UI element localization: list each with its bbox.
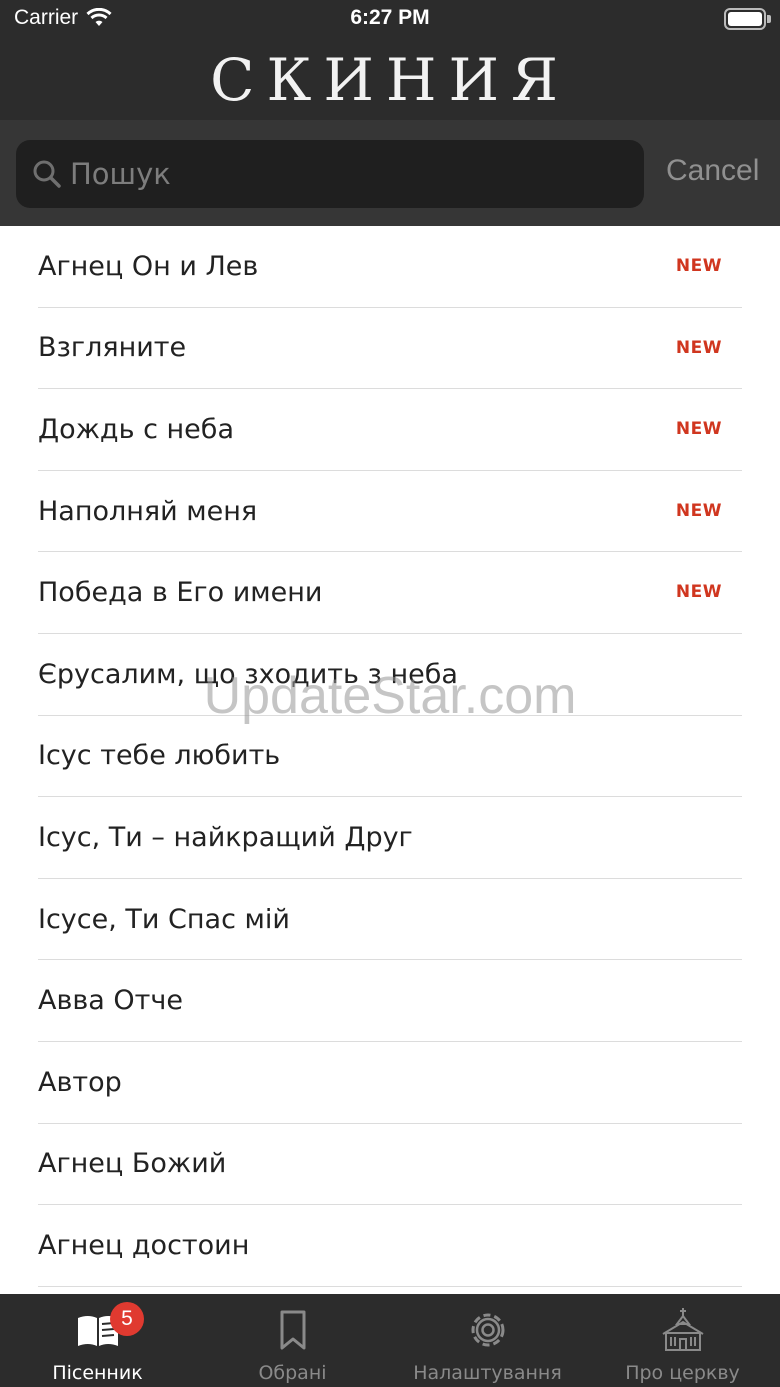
new-badge: NEW xyxy=(675,256,722,276)
song-title: Победа в Его имени xyxy=(38,577,323,609)
list-item[interactable]: Наполняй меня NEW xyxy=(38,471,742,553)
song-title: Взгляните xyxy=(38,332,187,364)
new-badge: NEW xyxy=(675,337,722,358)
list-item[interactable]: Ісус, Ти – найкращий Друг xyxy=(38,797,742,879)
list-item[interactable]: Авва Отче xyxy=(38,960,742,1042)
new-badge: NEW xyxy=(675,500,722,521)
tab-bar: 5 Пісенник Обрані Налаштування Про церкв… xyxy=(0,1294,780,1387)
clock: 6:27 PM xyxy=(350,6,430,29)
tab-settings[interactable]: Налаштування xyxy=(390,1294,585,1387)
song-title: Єрусалим, що зходить з неба xyxy=(38,658,458,690)
bookmark-icon xyxy=(280,1310,305,1350)
church-icon xyxy=(661,1308,704,1351)
list-item[interactable]: Агнец Он и Лев NEW xyxy=(38,226,742,308)
search-input[interactable] xyxy=(70,157,644,191)
tab-about-church[interactable]: Про церкву xyxy=(585,1294,780,1387)
list-item[interactable]: Дождь с неба NEW xyxy=(38,389,742,471)
list-item[interactable]: Ісусе, Ти Спас мій xyxy=(38,879,742,961)
song-title: Автор xyxy=(38,1066,122,1098)
song-title: Авва Отче xyxy=(38,985,183,1017)
gear-icon xyxy=(471,1313,504,1347)
app-logo: СКИНИЯ xyxy=(210,46,570,114)
song-title: Агнец Божий xyxy=(38,1148,227,1180)
list-item[interactable]: Єрусалим, що зходить з неба xyxy=(38,634,742,716)
search-field[interactable] xyxy=(16,140,644,208)
song-title: Агнец Он и Лев xyxy=(38,250,259,282)
list-item[interactable]: Победа в Его имени NEW xyxy=(38,552,742,634)
tab-songbook[interactable]: 5 Пісенник xyxy=(0,1294,195,1387)
tab-favorites[interactable]: Обрані xyxy=(195,1294,390,1387)
list-item[interactable]: Ісус тебе любить xyxy=(38,716,742,798)
song-title: Наполняй меня xyxy=(38,495,258,527)
battery-icon xyxy=(724,8,766,30)
song-title: Ісусе, Ти Спас мій xyxy=(38,903,290,935)
battery-tip xyxy=(767,15,771,23)
song-title: Ісус тебе любить xyxy=(38,740,281,772)
notification-badge: 5 xyxy=(110,1302,144,1336)
list-item[interactable]: Автор xyxy=(38,1042,742,1124)
list-item[interactable]: Агнец достоин xyxy=(38,1205,742,1287)
app-header: СКИНИЯ xyxy=(0,40,780,120)
status-bar: Carrier 6:27 PM xyxy=(0,0,780,40)
search-bar: Cancel xyxy=(0,120,780,226)
tab-label: Обрані xyxy=(258,1362,327,1384)
tab-label: Налаштування xyxy=(413,1362,562,1384)
search-icon xyxy=(30,157,64,191)
song-list[interactable]: Агнец Он и Лев NEW Взгляните NEW Дождь с… xyxy=(0,226,780,1294)
song-title: Агнец достоин xyxy=(38,1229,250,1261)
song-title: Ісус, Ти – найкращий Друг xyxy=(38,821,413,853)
list-item[interactable]: Взгляните NEW xyxy=(38,308,742,390)
new-badge: NEW xyxy=(675,419,722,440)
list-item[interactable]: Агнец Божий xyxy=(38,1124,742,1206)
new-badge: NEW xyxy=(675,582,722,603)
song-title: Дождь с неба xyxy=(38,413,234,445)
tab-label: Про церкву xyxy=(625,1362,740,1384)
tab-label: Пісенник xyxy=(52,1362,143,1384)
cancel-button[interactable]: Cancel xyxy=(666,154,759,188)
